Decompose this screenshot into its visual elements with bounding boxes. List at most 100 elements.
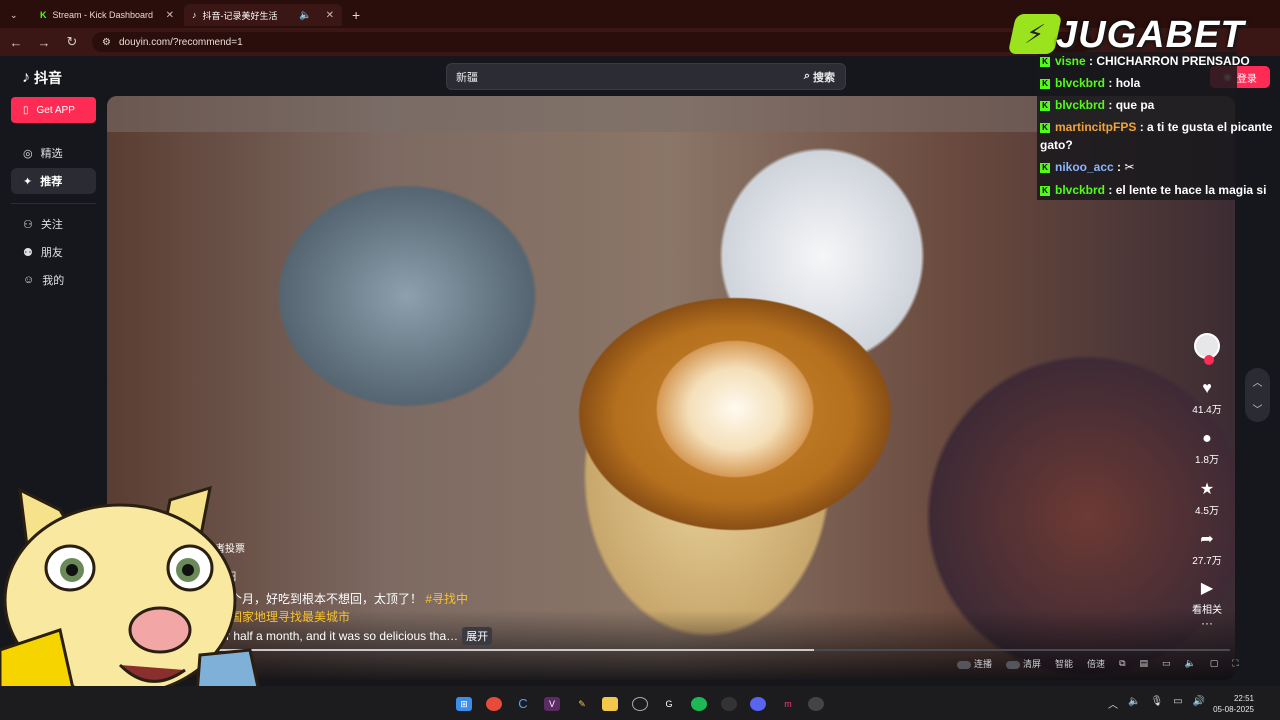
comment-button[interactable]: ● 1.8万 bbox=[1187, 430, 1227, 466]
like-button[interactable]: ♥ 41.4万 bbox=[1187, 380, 1227, 416]
chrome-icon[interactable] bbox=[486, 697, 502, 711]
expand-button[interactable]: 展开 bbox=[462, 627, 493, 645]
back-icon[interactable]: ← bbox=[8, 35, 24, 50]
tab-kick-dashboard[interactable]: K Stream - Kick Dashboard ✕ bbox=[32, 4, 182, 26]
more-icon: ··· bbox=[1201, 616, 1213, 630]
search-icon: ⌕ bbox=[803, 70, 810, 82]
chat-text: hola bbox=[1115, 76, 1141, 90]
tab-douyin[interactable]: ♪ 抖音-记录美好生活 🔈 ✕ bbox=[184, 4, 342, 26]
close-icon[interactable]: ✕ bbox=[166, 10, 174, 21]
mute-icon[interactable]: 🔈 bbox=[299, 10, 311, 21]
kick-badge-icon: K bbox=[1040, 78, 1050, 89]
share-icon: ➦ bbox=[1200, 531, 1214, 548]
douyin-note-icon: ♪ bbox=[22, 69, 30, 86]
chat-message: Kblvckbrd : que pa bbox=[1040, 96, 1154, 114]
chat-text: que pa bbox=[1115, 98, 1155, 112]
sidebar-item-label: 朋友 bbox=[40, 247, 63, 259]
related-button[interactable]: ▶ 看相关 bbox=[1187, 578, 1227, 616]
quality-button[interactable]: 智能 bbox=[1055, 657, 1073, 670]
search-query: 新疆 bbox=[456, 71, 478, 84]
toggle-icon bbox=[957, 660, 971, 669]
tab-title: 抖音-记录美好生活 bbox=[202, 10, 278, 21]
screen-icon[interactable]: ▢ bbox=[1210, 658, 1219, 669]
lightning-icon: ⚡ bbox=[1007, 14, 1063, 54]
volume-icon[interactable]: 🔈 bbox=[1128, 696, 1140, 711]
file-explorer-icon[interactable] bbox=[602, 697, 618, 711]
autoplay-toggle[interactable]: 连播 bbox=[957, 657, 992, 670]
phone-icon: ▯ bbox=[23, 104, 29, 116]
hashtag-link[interactable]: #寻找中 bbox=[425, 592, 468, 606]
address-bar[interactable]: ⚙ douyin.com/?recommend=1 bbox=[92, 32, 1092, 52]
site-info-icon[interactable]: ⚙ bbox=[102, 37, 111, 48]
comment-icon: ● bbox=[1202, 430, 1212, 447]
volume-icon[interactable]: 🔈 bbox=[1185, 658, 1196, 669]
reload-icon[interactable]: ↻ bbox=[64, 34, 80, 50]
sidebar-item-me[interactable]: ☺ 我的 bbox=[11, 267, 96, 293]
sidebar-item-following[interactable]: ⚇ 关注 bbox=[11, 211, 96, 237]
favorite-button[interactable]: ★ 4.5万 bbox=[1187, 479, 1227, 517]
author-avatar[interactable] bbox=[1194, 333, 1220, 365]
display-icon[interactable]: ▭ bbox=[1173, 696, 1182, 711]
sidebar-item-recommend[interactable]: ✦ 推荐 bbox=[11, 168, 96, 194]
cast-icon[interactable]: ▭ bbox=[1162, 658, 1171, 669]
system-tray: ︿ 🔈 🎙 ▭ 🔊 bbox=[1108, 696, 1205, 711]
control-label: 连播 bbox=[974, 659, 993, 669]
chevron-down-icon[interactable]: ﹀ bbox=[1253, 401, 1263, 416]
toggle-icon bbox=[1006, 660, 1021, 669]
app-m-icon[interactable]: m bbox=[780, 697, 796, 711]
edge-icon[interactable]: C bbox=[515, 697, 531, 711]
logo-text: 抖音 bbox=[34, 70, 62, 86]
clock-date: 05-08-2025 bbox=[1213, 705, 1254, 714]
chat-username: nikoo_acc bbox=[1055, 160, 1114, 174]
search-input[interactable]: 新疆 ⌕ 搜索 bbox=[446, 63, 846, 90]
more-button[interactable]: ··· bbox=[1187, 616, 1227, 630]
play-circle-icon: ▶ bbox=[1200, 580, 1214, 597]
watermark-text: JUGABET bbox=[1056, 14, 1245, 56]
kick-badge-icon: K bbox=[1040, 56, 1050, 67]
sidebar-item-label: 我的 bbox=[42, 275, 65, 287]
mic-icon[interactable]: 🎙 bbox=[1150, 696, 1163, 711]
video-progress-bar[interactable] bbox=[190, 649, 1230, 651]
danmaku-icon[interactable]: ▤ bbox=[1140, 658, 1149, 669]
sidebar-item-featured[interactable]: ◎ 精选 bbox=[11, 140, 96, 166]
discord-icon[interactable] bbox=[750, 697, 766, 711]
share-button[interactable]: ➦ 27.7万 bbox=[1187, 529, 1227, 567]
app-g-icon[interactable]: G bbox=[661, 697, 677, 711]
close-icon[interactable]: ✕ bbox=[326, 10, 334, 21]
spotify-icon[interactable] bbox=[691, 697, 707, 711]
get-app-label: Get APP bbox=[36, 104, 75, 116]
forward-icon[interactable]: → bbox=[36, 35, 52, 50]
obs-icon[interactable] bbox=[632, 697, 648, 711]
sidebar-item-friends[interactable]: ⚉ 朋友 bbox=[11, 239, 96, 265]
notepad-icon[interactable]: ✎ bbox=[574, 697, 590, 711]
chevron-up-icon[interactable]: ︿ bbox=[1108, 696, 1118, 711]
url-text: douyin.com/?recommend=1 bbox=[118, 36, 243, 48]
get-app-button[interactable]: ▯ Get APP bbox=[11, 97, 96, 123]
share-count: 27.7万 bbox=[1192, 556, 1222, 567]
app-icon[interactable]: V bbox=[544, 697, 560, 711]
chevron-up-icon[interactable]: ︿ bbox=[1253, 374, 1263, 389]
chevron-down-icon: ⌄ bbox=[10, 9, 18, 20]
kick-badge-icon: K bbox=[1040, 100, 1050, 111]
new-tab-button[interactable]: + bbox=[344, 4, 366, 26]
heart-icon: ♥ bbox=[1202, 380, 1212, 397]
douyin-logo[interactable]: ♪ 抖音 bbox=[22, 68, 62, 88]
clear-screen-toggle[interactable]: 清屏 bbox=[1006, 657, 1041, 670]
chat-username: blvckbrd bbox=[1055, 183, 1106, 197]
pip-icon[interactable]: ⧉ bbox=[1119, 658, 1125, 669]
tab-title: Stream - Kick Dashboard bbox=[52, 10, 154, 20]
taskbar-clock[interactable]: 22:51 05-08-2025 bbox=[1206, 693, 1254, 715]
tab-search-button[interactable]: ⌄ bbox=[2, 4, 30, 26]
speed-button[interactable]: 倍速 bbox=[1087, 657, 1105, 670]
app-circle-icon[interactable] bbox=[808, 697, 824, 711]
sparkle-icon: ✦ bbox=[23, 175, 33, 188]
user-plus-icon: ⚇ bbox=[23, 218, 33, 231]
speaker-icon[interactable]: 🔊 bbox=[1193, 696, 1205, 711]
search-button[interactable]: ⌕ 搜索 bbox=[804, 69, 845, 85]
douyin-favicon-icon: ♪ bbox=[192, 10, 197, 20]
windows-start-icon[interactable]: ⊞ bbox=[456, 697, 472, 711]
chat-message: Knikoo_acc : ✂ bbox=[1040, 158, 1134, 176]
fullscreen-icon[interactable]: ⛶ bbox=[1232, 658, 1238, 669]
steam-icon[interactable] bbox=[721, 697, 737, 711]
kick-favicon-icon: K bbox=[40, 10, 47, 20]
